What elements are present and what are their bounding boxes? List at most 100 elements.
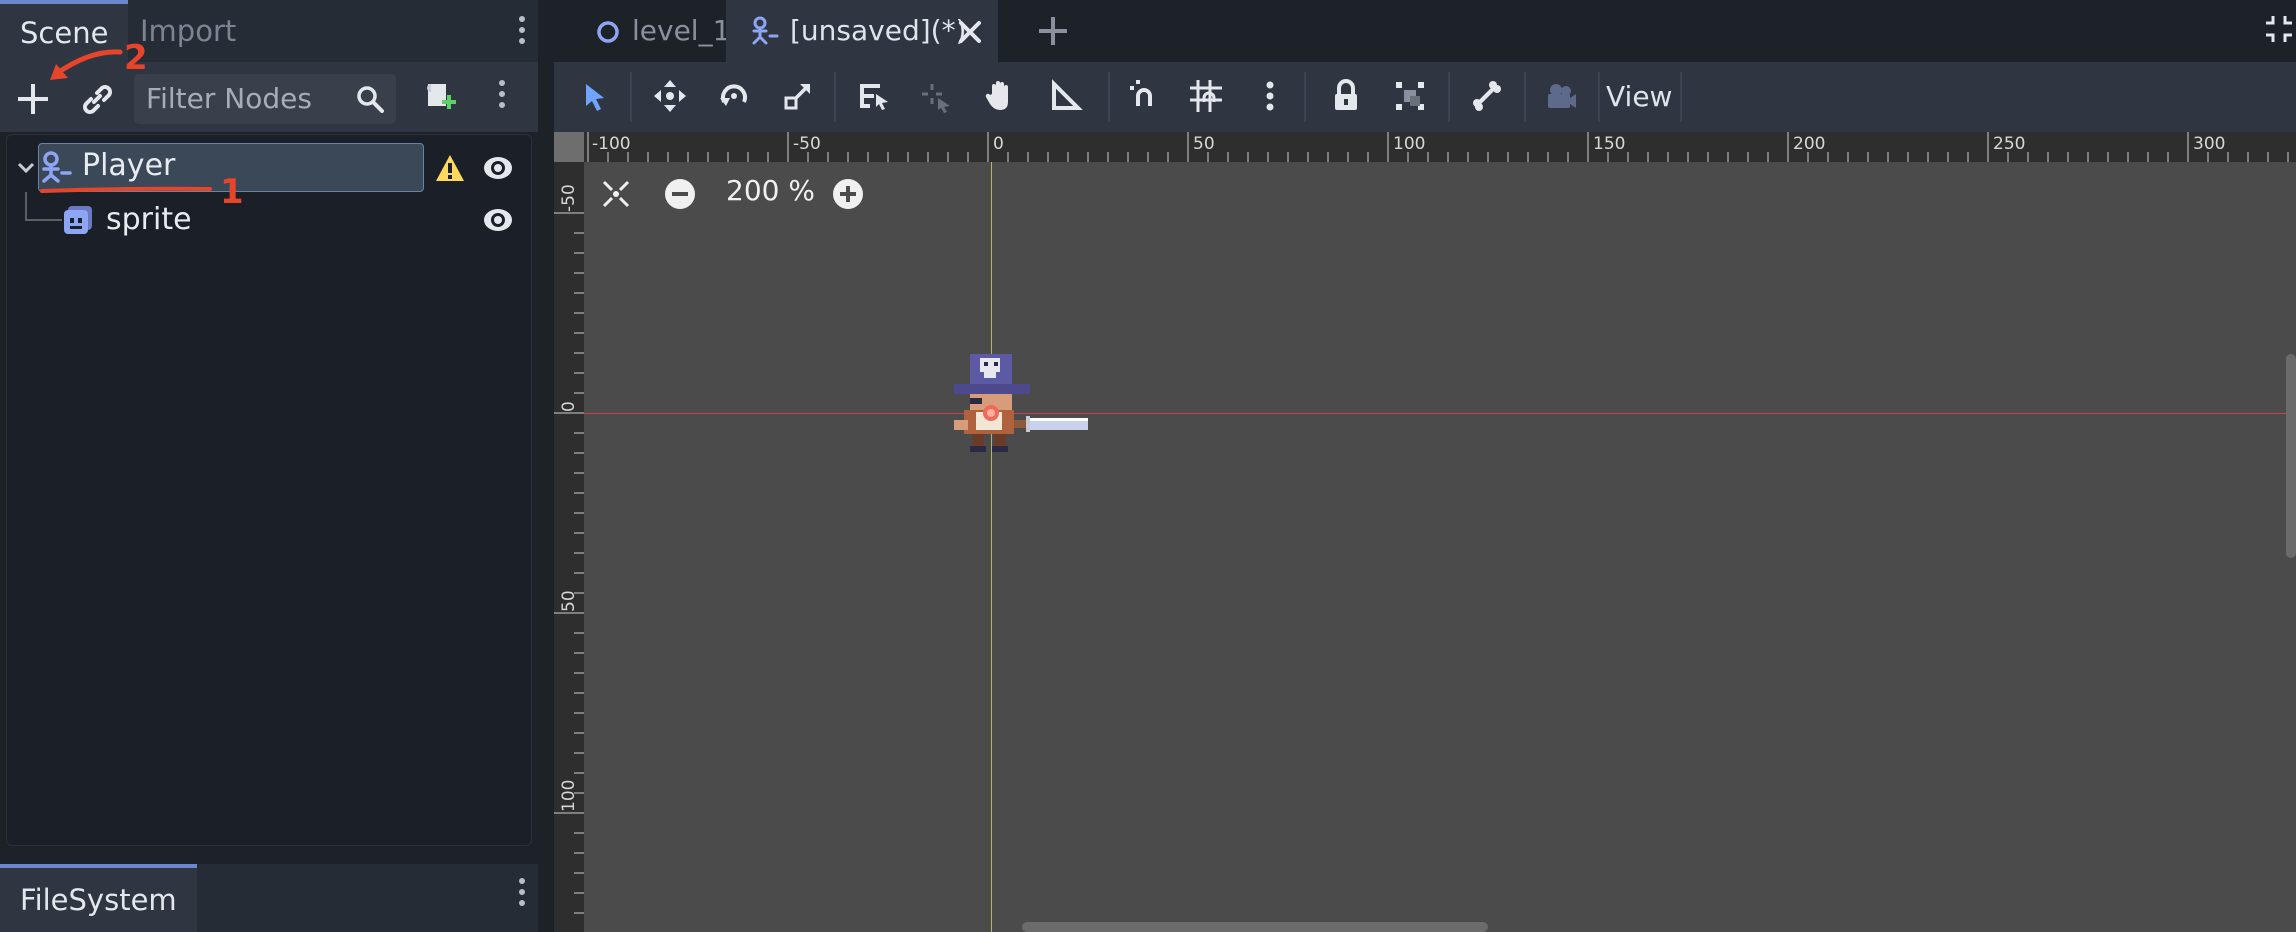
ruler-left [554, 132, 584, 932]
tab-unsaved[interactable]: [unsaved](*) [726, 0, 998, 62]
hand-icon [985, 81, 1008, 110]
pan-tool-button[interactable] [978, 72, 1026, 120]
group-button[interactable] [1386, 72, 1434, 120]
sprite-icon [64, 206, 92, 234]
warning-icon[interactable] [434, 153, 466, 183]
filesystem-dock-tabbar: FileSystem [0, 864, 538, 932]
tab-unsaved-label: [unsaved](*) [790, 14, 967, 47]
toolbar-separator [1304, 72, 1306, 122]
ruler-label: -50 [793, 134, 821, 154]
ruler-label: 0 [993, 134, 1004, 154]
y-axis-line [991, 162, 992, 932]
dock-menu-icon[interactable] [518, 16, 526, 49]
lock-icon [1335, 79, 1357, 110]
script-add-icon [427, 84, 456, 109]
distraction-free-icon[interactable] [2264, 14, 2294, 44]
ruler-corner [554, 132, 584, 162]
circle-node-icon [597, 21, 619, 43]
rotate-tool-button[interactable] [710, 72, 758, 120]
scale-icon [784, 84, 810, 110]
scale-tool-button[interactable] [774, 72, 822, 120]
scene-tabs: level_1 [unsaved](*) [554, 0, 2296, 62]
grid-snap-icon [1190, 80, 1222, 112]
bone-icon [1473, 81, 1501, 111]
toolbar-separator [1524, 72, 1526, 122]
ruler-label: 50 [559, 590, 579, 612]
kebab-menu-icon [1266, 81, 1274, 111]
new-tab-plus-icon[interactable] [1038, 16, 1068, 46]
ruler-label: 250 [1993, 134, 2026, 154]
toolbar-separator [834, 72, 836, 122]
snap-options-button[interactable] [1246, 72, 1294, 120]
ruler-label: -50 [559, 184, 579, 212]
visibility-eye-icon[interactable] [482, 206, 514, 234]
toolbar-separator [630, 72, 632, 122]
group-icon [1396, 82, 1424, 110]
tab-filesystem[interactable]: FileSystem [0, 864, 197, 932]
rotate-icon [720, 84, 747, 106]
smart-snap-button[interactable] [1120, 72, 1168, 120]
tab-filesystem-label: FileSystem [20, 883, 177, 917]
filter-nodes-placeholder: Filter Nodes [146, 82, 312, 115]
tree-row-sprite-label[interactable]: sprite [106, 202, 192, 237]
ruler-label: 100 [559, 779, 579, 812]
character-body-icon [42, 151, 72, 183]
scene-options-icon[interactable] [498, 80, 506, 113]
tab-import-label: Import [140, 14, 237, 48]
search-icon [357, 86, 384, 113]
tree-connector [25, 192, 62, 221]
filesystem-menu-icon[interactable] [518, 878, 526, 911]
character-body-icon [752, 16, 779, 45]
ruler-tool-button[interactable] [1042, 72, 1090, 120]
zoom-in-icon[interactable] [832, 178, 864, 210]
zoom-reset-icon[interactable] [600, 178, 632, 210]
ruler-icon [1052, 79, 1083, 110]
visibility-eye-icon[interactable] [482, 154, 514, 182]
ruler-label: 300 [2193, 134, 2226, 154]
skeleton-button[interactable] [1462, 72, 1510, 120]
ruler-label: 50 [1193, 134, 1215, 154]
ruler-label: 150 [1593, 134, 1626, 154]
toolbar-separator [1448, 72, 1450, 122]
ruler-label: 0 [559, 401, 579, 412]
tab-level-1[interactable]: level_1 [570, 0, 730, 62]
ruler-label: -100 [592, 134, 631, 154]
select-tool-button[interactable] [570, 72, 618, 120]
annotation-underline-icon [40, 186, 212, 193]
canvas-viewport[interactable] [554, 132, 2296, 932]
vertical-scrollbar[interactable] [2286, 354, 2296, 558]
move-tool-button[interactable] [646, 72, 694, 120]
horizontal-scrollbar[interactable] [1022, 922, 1488, 932]
annotation-marker-2: 2 [124, 38, 148, 78]
pirate-sprite[interactable] [940, 350, 1090, 462]
ruler-label: 200 [1793, 134, 1826, 154]
toolbar-separator [1680, 72, 1682, 122]
camera-icon [1548, 84, 1576, 108]
select-cursor-icon [586, 84, 604, 111]
close-icon[interactable] [958, 20, 982, 44]
snap-magnet-icon [1130, 80, 1152, 106]
lock-button[interactable] [1322, 72, 1370, 120]
list-select-icon [860, 84, 888, 110]
pivot-icon [922, 84, 950, 113]
attach-script-button[interactable] [422, 80, 458, 116]
x-axis-line [584, 413, 2296, 414]
ruler-left-ticks [554, 212, 584, 914]
grid-snap-button[interactable] [1182, 72, 1230, 120]
ruler-label: 100 [1393, 134, 1426, 154]
collapse-arrow-icon[interactable] [16, 158, 36, 178]
annotation-marker-1: 1 [220, 172, 244, 212]
filter-nodes-input[interactable]: Filter Nodes [134, 74, 396, 124]
toolbar-separator [1108, 72, 1110, 122]
camera-override-button[interactable] [1536, 72, 1584, 120]
tab-level-1-label: level_1 [632, 14, 731, 47]
toolbar-separator [1598, 72, 1600, 122]
zoom-out-icon[interactable] [664, 178, 696, 210]
move-arrows-icon [654, 80, 686, 112]
scene-tree [6, 134, 532, 846]
view-menu-button[interactable]: View [1606, 62, 1672, 132]
tree-row-player-label: Player [82, 148, 176, 183]
pivot-tool-button[interactable] [914, 72, 962, 120]
list-select-button[interactable] [850, 72, 898, 120]
zoom-level-label[interactable]: 200 % [726, 174, 815, 207]
